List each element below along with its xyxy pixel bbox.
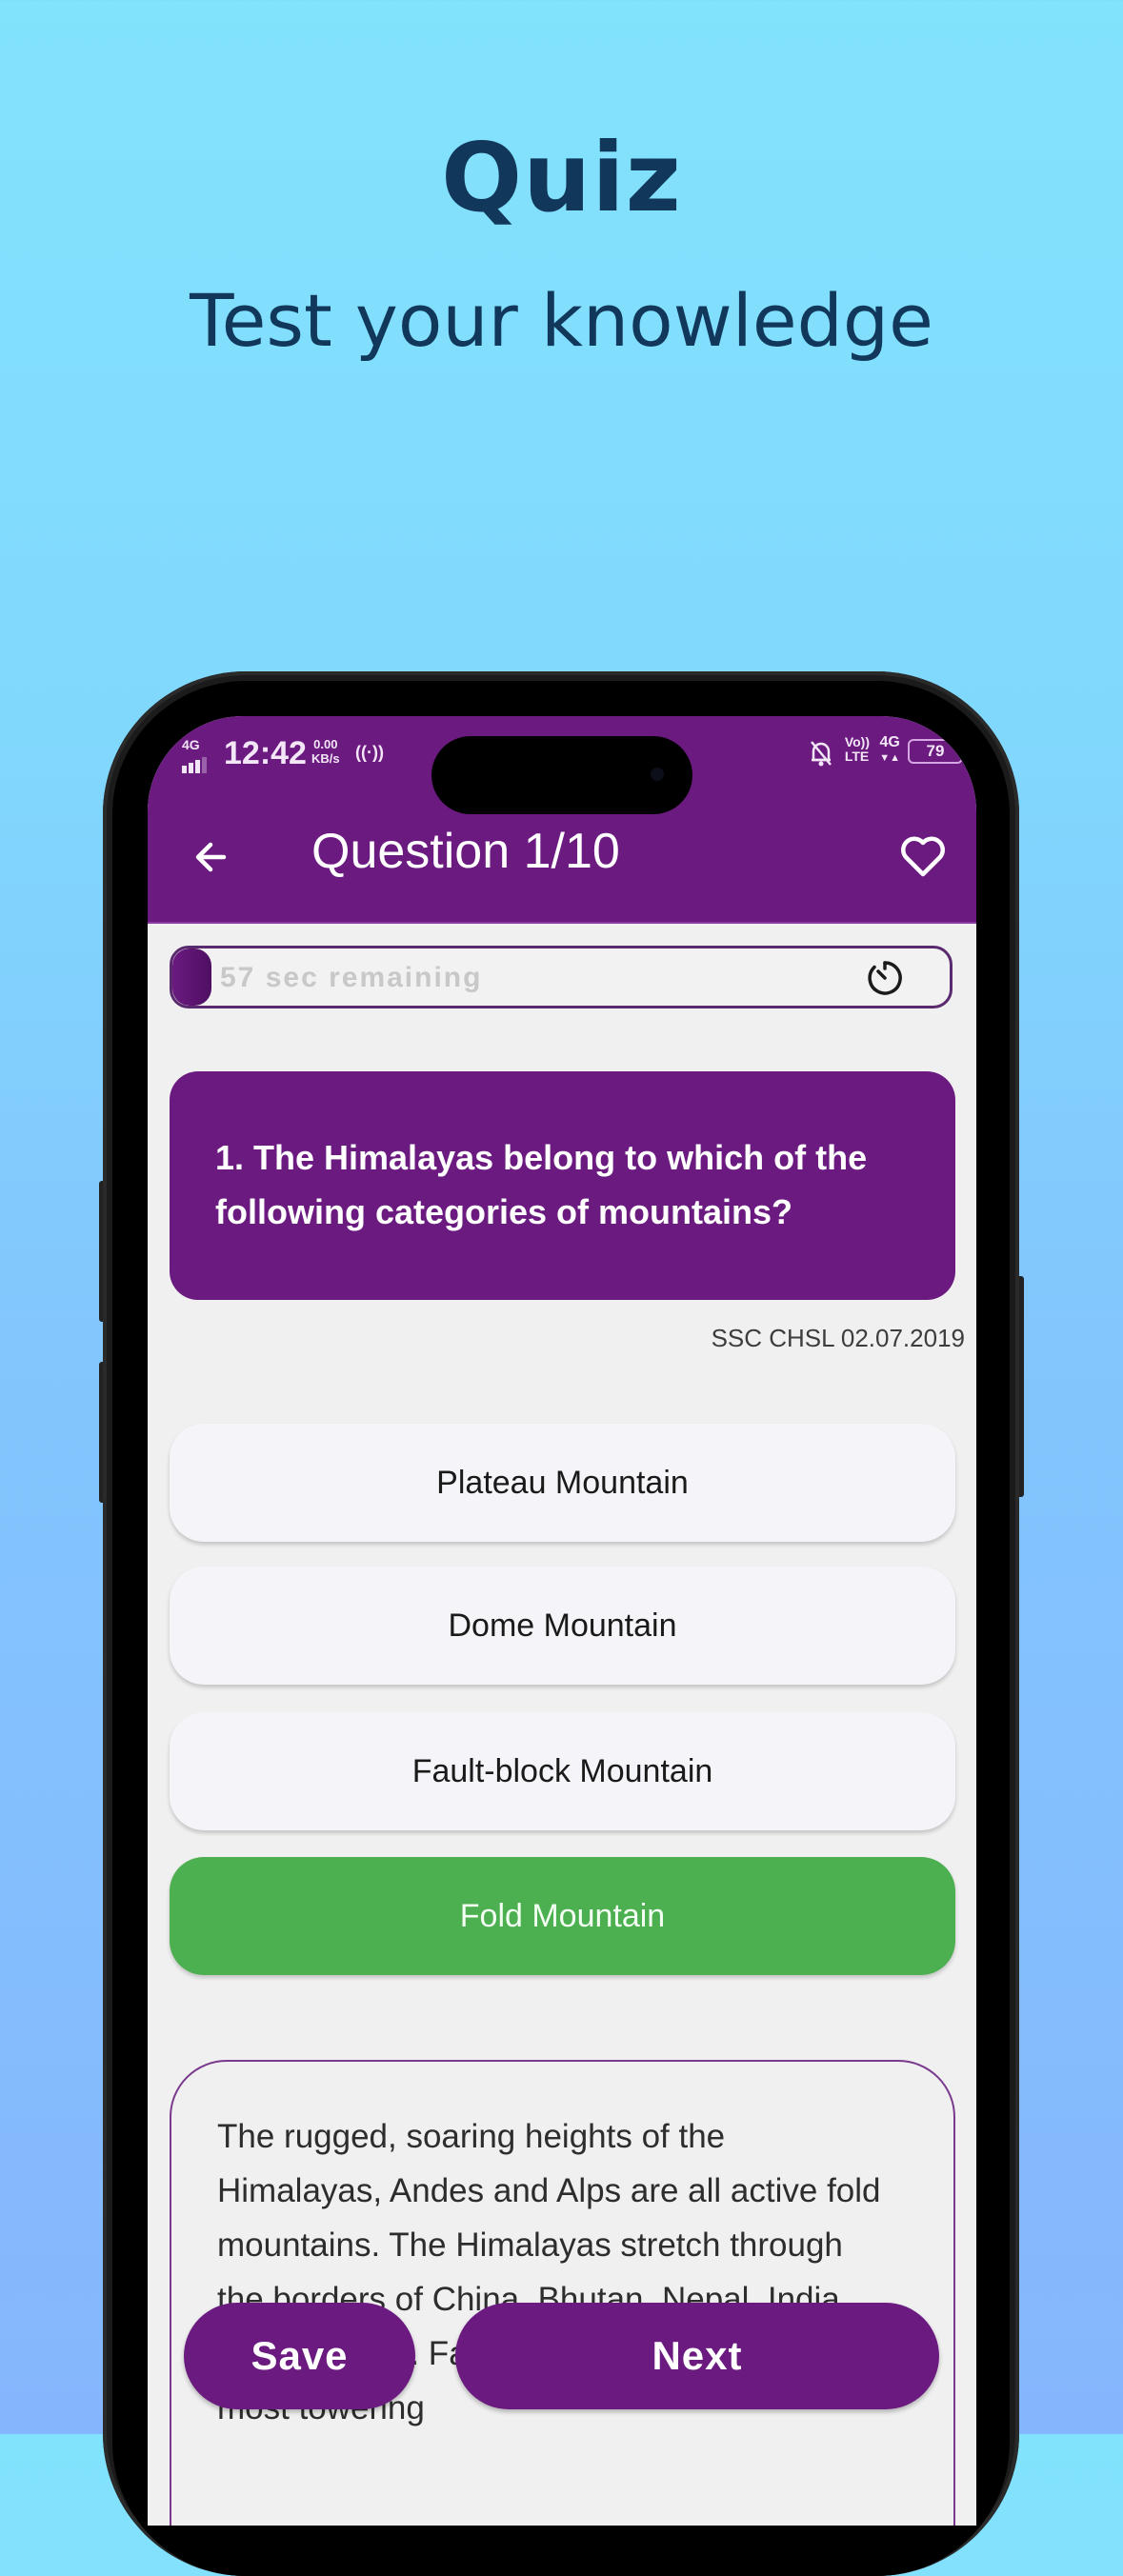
option-button-correct[interactable]: Fold Mountain bbox=[170, 1857, 955, 1975]
signal-bars bbox=[182, 756, 209, 773]
timer-remaining-text: 57 sec remaining bbox=[220, 962, 483, 993]
data-network-indicator: 4G ▼▲ bbox=[879, 735, 900, 766]
question-source: SSC CHSL 02.07.2019 bbox=[711, 1324, 965, 1352]
save-button[interactable]: Save bbox=[184, 2303, 415, 2409]
dynamic-island bbox=[431, 736, 692, 814]
option-label: Fold Mountain bbox=[459, 1897, 666, 1934]
page-title: Question 1/10 bbox=[311, 824, 620, 879]
phone-screen: 4G 12:42 0.00 KB/s ((·)) Vo)) LTE 4G ▼▲ … bbox=[148, 716, 976, 2526]
hotspot-icon: ((·)) bbox=[355, 743, 384, 762]
option-button[interactable]: Dome Mountain bbox=[170, 1567, 955, 1685]
data-arrows-icon: ▼▲ bbox=[879, 752, 900, 764]
network-speed: 0.00 KB/s bbox=[311, 737, 340, 766]
explanation-box: The rugged, soaring heights of the Himal… bbox=[170, 2060, 955, 2526]
bell-off-icon bbox=[811, 741, 832, 767]
battery-indicator: 79 bbox=[908, 739, 968, 764]
network-type: 4G bbox=[182, 737, 200, 752]
network-speed-unit: KB/s bbox=[311, 751, 340, 766]
option-label: Fault-block Mountain bbox=[411, 1752, 713, 1789]
timer-icon bbox=[868, 961, 902, 995]
option-button[interactable]: Fault-block Mountain bbox=[170, 1712, 955, 1830]
heart-outline-icon[interactable] bbox=[896, 830, 950, 884]
option-button[interactable]: Plateau Mountain bbox=[170, 1424, 955, 1542]
option-label: Dome Mountain bbox=[448, 1607, 677, 1644]
volte-indicator: Vo)) LTE bbox=[845, 735, 870, 764]
back-arrow-icon[interactable] bbox=[186, 829, 243, 886]
signal-icon: 4G bbox=[182, 737, 211, 775]
timer-progress-fill bbox=[172, 949, 211, 1006]
network-speed-value: 0.00 bbox=[313, 737, 338, 751]
hero-subtitle: Test your knowledge bbox=[190, 278, 933, 363]
hero-title: Quiz bbox=[441, 122, 682, 233]
question-card: 1. The Himalayas belong to which of the … bbox=[170, 1071, 955, 1300]
status-time: 12:42 bbox=[224, 735, 307, 771]
timer-progress-bar: 57 sec remaining bbox=[170, 946, 953, 1008]
data-network-type: 4G bbox=[879, 734, 900, 750]
option-label: Plateau Mountain bbox=[436, 1464, 689, 1501]
question-text: 1. The Himalayas belong to which of the … bbox=[215, 1138, 868, 1231]
app-bar: 4G 12:42 0.00 KB/s ((·)) Vo)) LTE 4G ▼▲ … bbox=[148, 716, 976, 924]
next-button[interactable]: Next bbox=[455, 2303, 939, 2409]
volte-line-1: Vo)) bbox=[844, 734, 870, 749]
volte-line-2: LTE bbox=[844, 749, 870, 764]
